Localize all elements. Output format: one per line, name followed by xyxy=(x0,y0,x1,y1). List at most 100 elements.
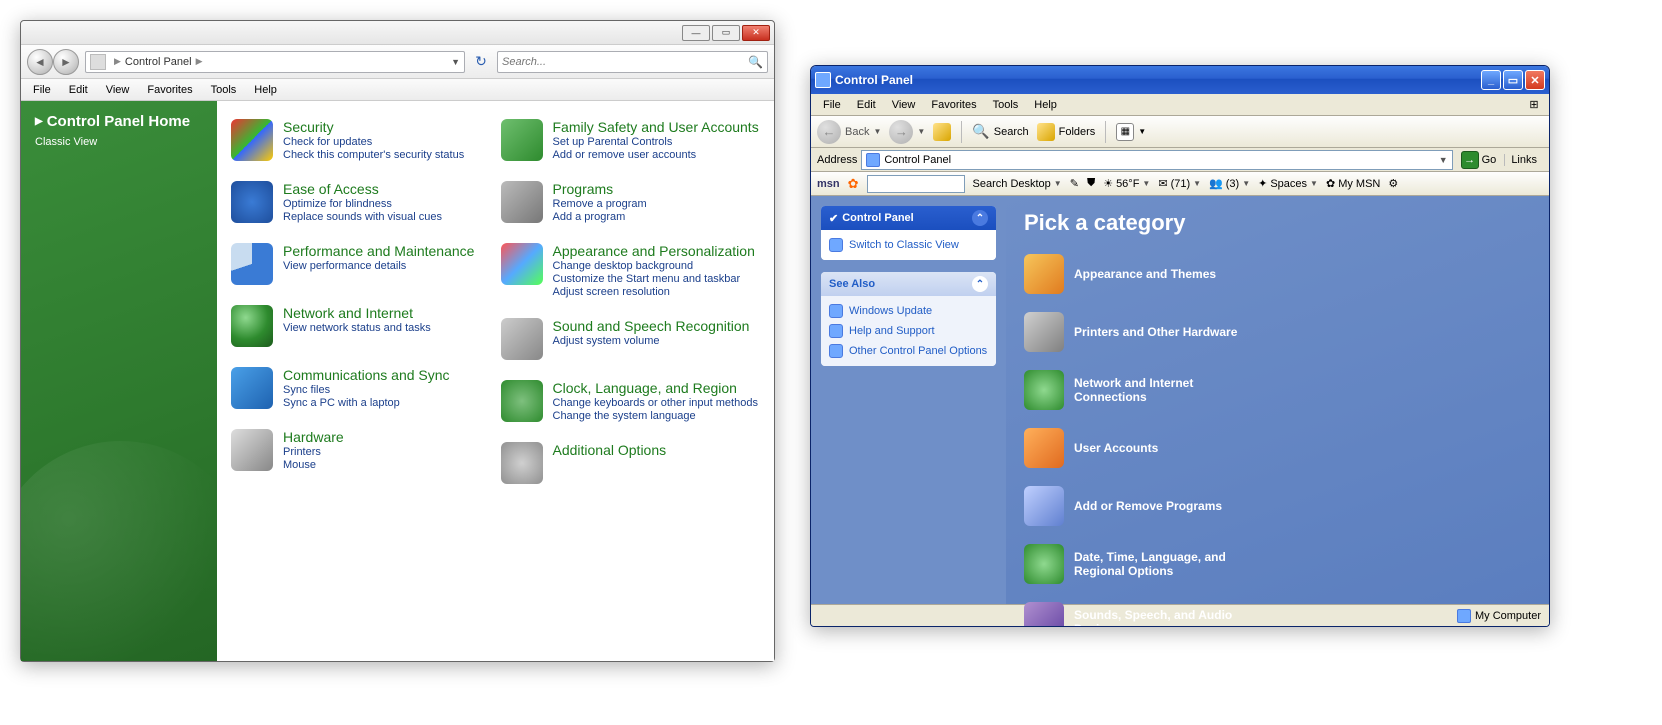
see-also-link[interactable]: Windows Update xyxy=(829,304,988,318)
sidebar-title[interactable]: ▶ Control Panel Home xyxy=(35,113,203,130)
spaces-button[interactable]: ✦ Spaces ▼ xyxy=(1258,177,1318,190)
chevron-down-icon[interactable]: ▼ xyxy=(1439,155,1448,165)
breadcrumb-dropdown-icon[interactable]: ▼ xyxy=(451,57,460,67)
menu-file[interactable]: File xyxy=(815,97,849,113)
menu-help[interactable]: Help xyxy=(1026,97,1065,113)
category-task-link[interactable]: Check for updates xyxy=(283,136,464,148)
msn-search-combo[interactable] xyxy=(867,175,965,193)
category-title[interactable]: Communications and Sync xyxy=(283,367,450,383)
panel-header[interactable]: ✔ Control Panel ⌃ xyxy=(821,206,996,230)
nav-up-button[interactable] xyxy=(933,123,951,141)
menu-favorites[interactable]: Favorites xyxy=(139,82,200,98)
nav-back-button[interactable]: ◄ xyxy=(27,49,53,75)
sidebar-classic-view-link[interactable]: Classic View xyxy=(35,136,203,148)
category-title[interactable]: Family Safety and User Accounts xyxy=(553,119,759,135)
category-item[interactable]: Printers and Other Hardware xyxy=(1024,312,1264,352)
category-task-link[interactable]: Mouse xyxy=(283,459,344,471)
mail-button[interactable]: ✉ (71) ▼ xyxy=(1158,177,1201,190)
maximize-button[interactable]: ▭ xyxy=(1503,70,1523,90)
category-title[interactable]: Appearance and Personalization xyxy=(553,243,755,259)
breadcrumb-bar[interactable]: ▶ Control Panel ▶ ▼ xyxy=(85,51,465,73)
go-button[interactable]: → Go xyxy=(1457,151,1501,169)
category-item[interactable]: Network and Internet Connections xyxy=(1024,370,1264,410)
menu-tools[interactable]: Tools xyxy=(985,97,1027,113)
search-desktop-button[interactable]: Search Desktop ▼ xyxy=(973,178,1062,190)
msn-options-button[interactable]: ⚙ xyxy=(1388,177,1398,190)
close-button[interactable]: ✕ xyxy=(1525,70,1545,90)
chevron-up-icon[interactable]: ⌃ xyxy=(972,210,988,226)
category-task-link[interactable]: Add a program xyxy=(553,211,647,223)
category-task-link[interactable]: Printers xyxy=(283,446,344,458)
minimize-button[interactable]: _ xyxy=(1481,70,1501,90)
folders-button[interactable]: Folders xyxy=(1037,123,1096,141)
highlight-button[interactable]: ✎ xyxy=(1070,177,1079,190)
category-item[interactable]: User Accounts xyxy=(1024,428,1264,468)
category-item[interactable]: Sounds, Speech, and Audio Devices xyxy=(1024,602,1264,627)
category-title[interactable]: Ease of Access xyxy=(283,181,442,197)
menu-help[interactable]: Help xyxy=(246,82,285,98)
search-box[interactable]: 🔍 xyxy=(497,51,768,73)
msn-logo[interactable]: msn xyxy=(817,178,840,190)
my-msn-button[interactable]: ✿ My MSN xyxy=(1326,177,1380,190)
category-item[interactable]: Add or Remove Programs xyxy=(1024,486,1264,526)
category-task-link[interactable]: Check this computer's security status xyxy=(283,149,464,161)
category-task-link[interactable]: Adjust system volume xyxy=(553,335,750,347)
windows-flag-icon[interactable]: ⊞ xyxy=(1523,96,1545,114)
breadcrumb-item[interactable]: Control Panel xyxy=(125,56,192,68)
see-also-link[interactable]: Help and Support xyxy=(829,324,988,338)
address-field[interactable]: Control Panel ▼ xyxy=(861,150,1452,170)
close-button[interactable]: ✕ xyxy=(742,25,770,41)
links-toolbar[interactable]: Links xyxy=(1504,154,1543,166)
category-task-link[interactable]: Optimize for blindness xyxy=(283,198,442,210)
category-task-link[interactable]: Sync a PC with a laptop xyxy=(283,397,450,409)
chevron-up-icon[interactable]: ⌃ xyxy=(972,276,988,292)
menu-view[interactable]: View xyxy=(98,82,138,98)
category-title[interactable]: Additional Options xyxy=(553,442,667,458)
category-title[interactable]: Hardware xyxy=(283,429,344,445)
see-also-link[interactable]: Other Control Panel Options xyxy=(829,344,988,358)
messenger-button[interactable]: 👥 (3) ▼ xyxy=(1209,177,1250,190)
category-title[interactable]: Performance and Maintenance xyxy=(283,243,474,259)
category-title[interactable]: Security xyxy=(283,119,464,135)
category-title[interactable]: Clock, Language, and Region xyxy=(553,380,758,396)
category-task-link[interactable]: Customize the Start menu and taskbar xyxy=(553,273,755,285)
category-task-link[interactable]: Remove a program xyxy=(553,198,647,210)
category-task-link[interactable]: Change keyboards or other input methods xyxy=(553,397,758,409)
maximize-button[interactable]: ▭ xyxy=(712,25,740,41)
views-button[interactable]: ▦ ▼ xyxy=(1116,123,1146,141)
nav-forward-button[interactable]: → ▼ xyxy=(889,120,925,144)
category-task-link[interactable]: Change the system language xyxy=(553,410,758,422)
popup-blocker-button[interactable]: ⛊ xyxy=(1087,177,1095,190)
weather-button[interactable]: ☀ 56°F ▼ xyxy=(1103,177,1150,190)
nav-forward-button[interactable]: ► xyxy=(53,49,79,75)
category-task-link[interactable]: Add or remove user accounts xyxy=(553,149,759,161)
category-item[interactable]: Date, Time, Language, and Regional Optio… xyxy=(1024,544,1264,584)
menu-edit[interactable]: Edit xyxy=(849,97,884,113)
minimize-button[interactable]: — xyxy=(682,25,710,41)
category-item[interactable]: Appearance and Themes xyxy=(1024,254,1264,294)
search-input[interactable] xyxy=(502,56,748,68)
search-icon[interactable]: 🔍 xyxy=(748,55,763,69)
category-title[interactable]: Programs xyxy=(553,181,647,197)
menu-view[interactable]: View xyxy=(884,97,924,113)
category-task-link[interactable]: Sync files xyxy=(283,384,450,396)
refresh-button[interactable]: ↻ xyxy=(471,52,491,72)
nav-back-button[interactable]: ← Back ▼ xyxy=(817,120,881,144)
box-disc-icon xyxy=(1024,486,1064,526)
panel-header[interactable]: See Also ⌃ xyxy=(821,272,996,296)
category-task-link[interactable]: Change desktop background xyxy=(553,260,755,272)
search-button[interactable]: 🔍 Search xyxy=(972,123,1028,140)
globe-icon xyxy=(1024,370,1064,410)
menu-file[interactable]: File xyxy=(25,82,59,98)
category-task-link[interactable]: View performance details xyxy=(283,260,474,272)
switch-classic-view-link[interactable]: Switch to Classic View xyxy=(829,238,988,252)
category-task-link[interactable]: View network status and tasks xyxy=(283,322,431,334)
category-task-link[interactable]: Adjust screen resolution xyxy=(553,286,755,298)
category-title[interactable]: Sound and Speech Recognition xyxy=(553,318,750,334)
menu-edit[interactable]: Edit xyxy=(61,82,96,98)
category-task-link[interactable]: Set up Parental Controls xyxy=(553,136,759,148)
menu-tools[interactable]: Tools xyxy=(203,82,245,98)
category-title[interactable]: Network and Internet xyxy=(283,305,431,321)
category-task-link[interactable]: Replace sounds with visual cues xyxy=(283,211,442,223)
menu-favorites[interactable]: Favorites xyxy=(923,97,984,113)
